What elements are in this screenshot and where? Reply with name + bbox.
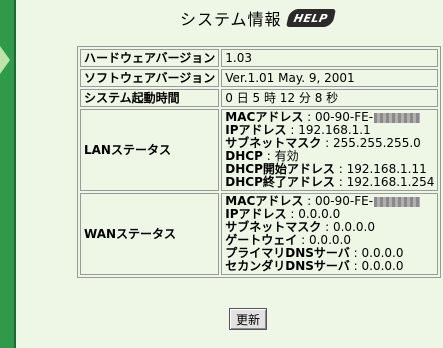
wan-mac-value: : 00-90-FE- (307, 194, 374, 208)
uptime-label: システム起動時間 (80, 89, 220, 107)
lan-ip-value: : 192.168.1.1 (290, 123, 371, 137)
refresh-button[interactable]: 更新 (229, 308, 267, 330)
wan-gateway-key: ゲートウェイ (225, 233, 298, 247)
wan-dns2-key: セカンダリDNSサーバ (225, 259, 350, 273)
system-status-table: ハードウェアバージョン 1.03 ソフトウェアバージョン Ver.1.01 Ma… (77, 46, 442, 278)
software-version-label: ソフトウェアバージョン (80, 69, 220, 87)
wan-subnet-key: サブネットマスク (225, 220, 322, 234)
lan-dhcp-value: : 有効 (266, 149, 299, 163)
lan-dhcp-end-row: DHCP終了アドレス : 192.168.1.254 (225, 176, 434, 189)
help-label: HELP (292, 11, 329, 25)
lan-mac-key: MACアドレス (225, 110, 304, 124)
software-version-value: Ver.1.01 May. 9, 2001 (221, 69, 439, 87)
lan-status-label: LANステータス (80, 109, 220, 191)
hardware-version-label: ハードウェアバージョン (80, 49, 220, 67)
wan-ip-key: IPアドレス (225, 207, 287, 221)
page-header: システム情報 HELP (180, 6, 336, 30)
help-icon[interactable]: HELP (285, 9, 336, 27)
table-row: WANステータス MACアドレス : 00-90-FE- IPアドレス : 0.… (80, 193, 439, 275)
wan-dns1-key: プライマリDNSサーバ (225, 246, 350, 260)
wan-dns2-value: : 0.0.0.0 (353, 259, 404, 273)
wan-mac-key: MACアドレス (225, 194, 304, 208)
wan-status-values: MACアドレス : 00-90-FE- IPアドレス : 0.0.0.0 サブネ… (221, 193, 439, 275)
wan-dns1-value: : 0.0.0.0 (353, 246, 404, 260)
lan-dhcp-key: DHCP (225, 149, 263, 163)
table-row: ハードウェアバージョン 1.03 (80, 49, 439, 67)
uptime-value: 0 日 5 時 12 分 8 秒 (221, 89, 439, 107)
nav-arrow-icon[interactable] (0, 46, 10, 74)
lan-status-values: MACアドレス : 00-90-FE- IPアドレス : 192.168.1.1… (221, 109, 439, 191)
lan-mac-value: : 00-90-FE- (307, 110, 374, 124)
lan-dhcp-start-value: : 192.168.1.11 (338, 162, 427, 176)
lan-dhcp-start-key: DHCP開始アドレス (225, 162, 335, 176)
redacted-mask (374, 112, 421, 123)
wan-dns2-row: セカンダリDNSサーバ : 0.0.0.0 (225, 260, 434, 273)
table-row: ソフトウェアバージョン Ver.1.01 May. 9, 2001 (80, 69, 439, 87)
lan-dhcp-end-key: DHCP終了アドレス (225, 175, 335, 189)
lan-subnet-value: : 255.255.255.0 (325, 136, 421, 150)
lan-dhcp-end-value: : 192.168.1.254 (338, 175, 435, 189)
redacted-mask (374, 196, 421, 207)
hardware-version-value: 1.03 (221, 49, 439, 67)
lan-ip-key: IPアドレス (225, 123, 287, 137)
wan-subnet-value: : 0.0.0.0 (325, 220, 375, 234)
left-nav-strip (0, 0, 16, 348)
wan-gateway-value: : 0.0.0.0 (301, 233, 351, 247)
page-title: システム情報 (180, 10, 282, 29)
wan-ip-value: : 0.0.0.0 (290, 207, 341, 221)
lan-subnet-key: サブネットマスク (225, 136, 322, 150)
wan-status-label: WANステータス (80, 193, 220, 275)
table-row: システム起動時間 0 日 5 時 12 分 8 秒 (80, 89, 439, 107)
table-row: LANステータス MACアドレス : 00-90-FE- IPアドレス : 19… (80, 109, 439, 191)
